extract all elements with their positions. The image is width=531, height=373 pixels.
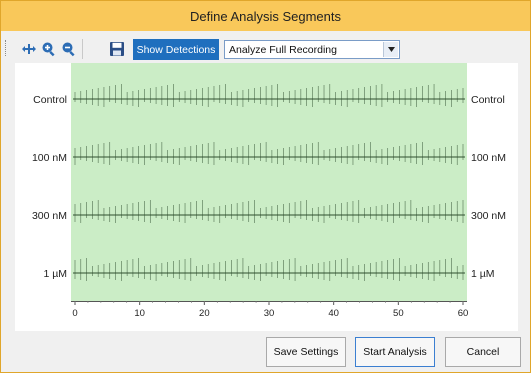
toolbar: Show Detections Analyze Full Recording [1,31,530,63]
channel-label-left: Control [33,94,67,106]
window-title: Define Analysis Segments [189,8,342,24]
save-settings-button[interactable]: Save Settings [266,337,346,367]
analysis-mode-value: Analyze Full Recording [229,44,337,56]
show-detections-button[interactable]: Show Detections [133,39,219,60]
x-tick-label: 60 [458,308,469,319]
x-tick-label: 40 [328,308,339,319]
zoom-in-icon[interactable] [41,41,57,57]
title-bar: Define Analysis Segments [1,1,530,31]
pan-icon[interactable] [21,41,37,57]
cancel-button[interactable]: Cancel [445,337,521,367]
x-tick-label: 10 [134,308,145,319]
zoom-out-icon[interactable] [61,41,77,57]
analysis-dialog: Define Analysis Segments Show Detections… [0,0,531,373]
save-icon[interactable] [109,41,125,57]
x-tick-label: 30 [264,308,275,319]
plot-area: Control Control 100 nM 100 nM 300 nM 300 nM 1 … [15,63,518,331]
channel-label-right: 300 nM [471,210,506,222]
signal-plot[interactable]: Control Control 100 nM 100 nM 300 nM 300 nM 1 … [15,63,518,331]
x-tick-label: 50 [393,308,404,319]
channel-label-left: 100 nM [32,152,67,164]
channel-label-right: Control [471,94,505,106]
start-analysis-button[interactable]: Start Analysis [355,337,435,367]
chevron-down-icon[interactable] [383,42,398,57]
channel-label-left: 1 µM [43,268,67,280]
toolbar-separator [82,39,83,59]
x-tick-label: 0 [72,308,77,319]
toolbar-grip[interactable] [5,40,9,56]
x-tick-label: 20 [199,308,210,319]
channel-label-right: 1 µM [471,268,495,280]
channel-label-right: 100 nM [471,152,506,164]
channel-label-left: 300 nM [32,210,67,222]
analysis-mode-select[interactable]: Analyze Full Recording [224,40,400,59]
